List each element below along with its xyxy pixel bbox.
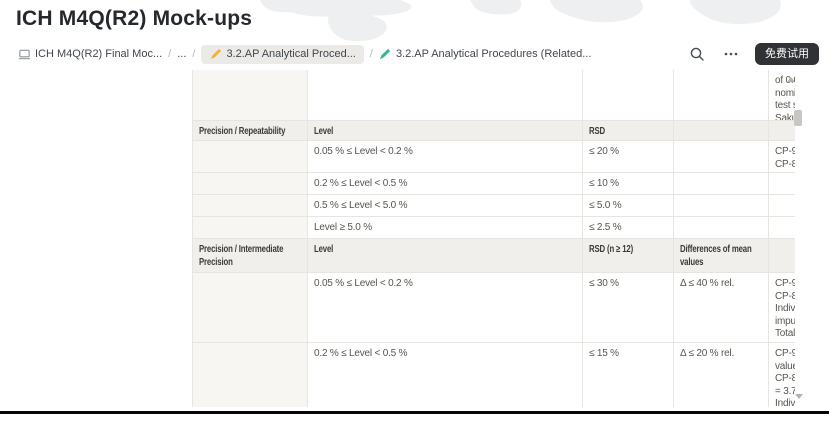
- breadcrumb-label: 3.2.AP Analytical Proced...: [226, 48, 355, 60]
- table-cell[interactable]: ≤ 5.0 %: [583, 195, 674, 217]
- table-cell[interactable]: [674, 141, 769, 173]
- table-header-text: RSD (n ≥ 12): [589, 244, 667, 257]
- table-header-cell[interactable]: Precision / Repeatability: [193, 121, 308, 141]
- table-cell[interactable]: 0.2 % ≤ Level < 0.5 %: [308, 173, 583, 195]
- table-cell[interactable]: [674, 70, 769, 121]
- yellow-pen-icon: [209, 48, 222, 61]
- search-icon[interactable]: [687, 44, 707, 64]
- breadcrumb-separator: /: [168, 48, 171, 60]
- window-bottom-edge: [0, 411, 829, 414]
- table-cell[interactable]: [193, 141, 308, 173]
- table-header-text: RSD: [589, 126, 667, 139]
- toolbar-actions: 免费试用: [687, 43, 819, 65]
- table-header-cell[interactable]: RSD: [583, 121, 674, 141]
- table-header-cell[interactable]: Precision / Intermediate Precision: [193, 239, 308, 273]
- table-cell[interactable]: Δ ≤ 20 % rel.: [674, 343, 769, 407]
- table-cell[interactable]: Δ ≤ 40 % rel.: [674, 273, 769, 343]
- validation-criteria-table: of 0.0 nomin test s SakurPrecision / Rep…: [192, 70, 795, 407]
- table-cell[interactable]: CP-9 value CP-8 = 3.7 Indivi: [769, 343, 795, 407]
- table-cell[interactable]: ≤ 20 %: [583, 141, 674, 173]
- table-header-text: Level: [314, 126, 576, 139]
- table-cell[interactable]: CP-9 CP-8: [769, 141, 795, 173]
- table-cell[interactable]: [769, 195, 795, 217]
- table-header-cell[interactable]: [674, 121, 769, 141]
- table-cell[interactable]: [583, 70, 674, 121]
- breadcrumb-item-root[interactable]: ICH M4Q(R2) Final Moc...: [18, 48, 162, 61]
- table-cell[interactable]: 0.05 % ≤ Level < 0.2 %: [308, 273, 583, 343]
- table-cell[interactable]: [674, 217, 769, 239]
- toolbar: ICH M4Q(R2) Final Moc... / ... / 3.2.AP …: [0, 40, 829, 68]
- table-cell[interactable]: [193, 70, 308, 121]
- table-cell[interactable]: Level ≥ 5.0 %: [308, 217, 583, 239]
- table-cell[interactable]: [674, 173, 769, 195]
- table-header-cell[interactable]: Differences of mean values: [674, 239, 769, 273]
- table-cell[interactable]: [193, 173, 308, 195]
- table-header-cell[interactable]: Level: [308, 121, 583, 141]
- breadcrumb-label: ICH M4Q(R2) Final Moc...: [35, 48, 162, 60]
- more-options-icon[interactable]: [721, 44, 741, 64]
- green-pencil-icon: [379, 48, 392, 61]
- laptop-icon: [18, 48, 31, 61]
- table-viewport: of 0.0 nomin test s SakurPrecision / Rep…: [192, 70, 795, 407]
- table-cell[interactable]: 0.2 % ≤ Level < 0.5 %: [308, 343, 583, 407]
- table-header-cell[interactable]: [769, 239, 795, 273]
- table-cell[interactable]: ≤ 10 %: [583, 173, 674, 195]
- table-header-cell[interactable]: RSD (n ≥ 12): [583, 239, 674, 273]
- scrollbar-thumb[interactable]: [794, 110, 802, 126]
- table-cell[interactable]: [674, 195, 769, 217]
- table-cell[interactable]: ≤ 2.5 %: [583, 217, 674, 239]
- table-cell[interactable]: 0.5 % ≤ Level < 5.0 %: [308, 195, 583, 217]
- breadcrumb-separator: /: [192, 48, 195, 60]
- table-cell[interactable]: [308, 70, 583, 121]
- page: ICH M4Q(R2) Mock-ups ICH M4Q(R2) Final M…: [0, 0, 829, 425]
- table-cell[interactable]: ≤ 15 %: [583, 343, 674, 407]
- scroll-up-arrow[interactable]: [787, 77, 795, 82]
- table-cell[interactable]: [193, 343, 308, 407]
- breadcrumb-separator: /: [370, 48, 373, 60]
- table-header-text: Precision / Repeatability: [199, 126, 301, 139]
- breadcrumb-item-current[interactable]: 3.2.AP Analytical Procedures (Related...: [379, 48, 591, 61]
- table-header-text: Differences of mean values: [680, 244, 762, 269]
- table-cell[interactable]: CP-9 CP-8 Indivi impur Total: [769, 273, 795, 343]
- table-header-text: Precision / Intermediate Precision: [199, 244, 301, 269]
- table-cell[interactable]: [193, 195, 308, 217]
- page-title: ICH M4Q(R2) Mock-ups: [16, 7, 252, 31]
- table-header-cell[interactable]: Level: [308, 239, 583, 273]
- table-header-text: Level: [314, 244, 576, 257]
- breadcrumb-item-ellipsis[interactable]: ...: [177, 48, 186, 60]
- breadcrumb-label: ...: [177, 48, 186, 60]
- table-cell[interactable]: [769, 173, 795, 195]
- table-cell[interactable]: [193, 273, 308, 343]
- free-trial-button[interactable]: 免费试用: [755, 43, 819, 65]
- table-cell[interactable]: 0.05 % ≤ Level < 0.2 %: [308, 141, 583, 173]
- table-cell[interactable]: [769, 217, 795, 239]
- breadcrumb-item-analytical-proced[interactable]: 3.2.AP Analytical Proced...: [201, 45, 363, 64]
- table-cell[interactable]: ≤ 30 %: [583, 273, 674, 343]
- table-header-cell[interactable]: [769, 121, 795, 141]
- table-cell[interactable]: [193, 217, 308, 239]
- breadcrumb: ICH M4Q(R2) Final Moc... / ... / 3.2.AP …: [18, 45, 591, 64]
- breadcrumb-label: 3.2.AP Analytical Procedures (Related...: [396, 48, 591, 60]
- scroll-down-arrow[interactable]: [795, 394, 803, 399]
